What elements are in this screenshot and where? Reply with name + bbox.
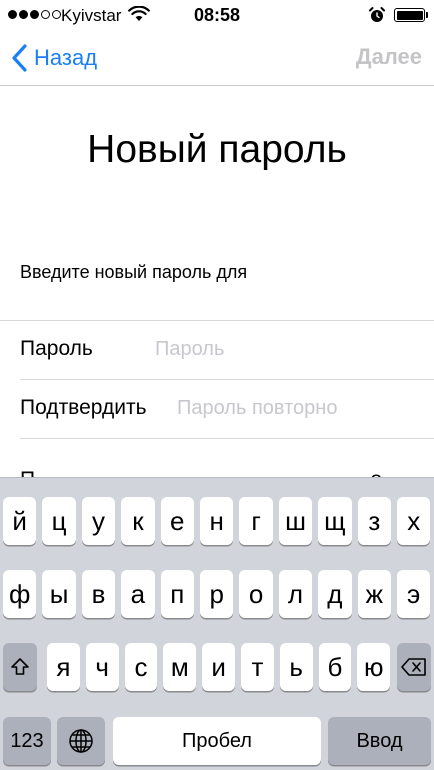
key-label: л [287, 578, 304, 609]
key-label: и [211, 651, 226, 682]
key-ы[interactable]: ы [42, 570, 76, 618]
key-х[interactable]: х [397, 497, 431, 545]
key-label: э [407, 578, 421, 609]
key-label: ш [285, 505, 306, 536]
key-ю[interactable]: ю [357, 643, 391, 691]
key-ш[interactable]: ш [278, 497, 313, 545]
key-я[interactable]: я [47, 643, 80, 691]
alarm-clock-icon [369, 7, 385, 22]
space-key-label: Пробел [182, 729, 252, 752]
key-label: о [248, 578, 264, 609]
password-row: Пароль [0, 320, 434, 378]
instruction-text: Введите новый пароль для [20, 262, 248, 282]
battery-tip [426, 12, 428, 18]
key-label: з [368, 505, 381, 536]
key-label: е [170, 505, 185, 536]
screen: Kyivstar 08:58 Назад Далее Новый пароль [0, 0, 434, 770]
battery-fill [396, 10, 423, 20]
key-label: н [209, 505, 224, 536]
key-label: р [209, 578, 224, 609]
key-г[interactable]: г [239, 497, 273, 545]
row-separator [20, 438, 434, 439]
key-label: п [170, 578, 185, 609]
key-д[interactable]: д [318, 570, 352, 618]
delete-key[interactable] [397, 643, 431, 691]
globe-icon [69, 729, 93, 753]
key-и[interactable]: и [202, 643, 235, 691]
key-label: т [251, 651, 264, 682]
key-б[interactable]: б [318, 643, 352, 691]
numbers-key[interactable]: 123 [3, 717, 51, 765]
confirm-label: Подтвердить [20, 396, 147, 419]
key-label: ж [365, 578, 383, 609]
key-з[interactable]: з [357, 497, 391, 545]
space-key[interactable]: Пробел [113, 717, 321, 765]
key-label: ц [51, 505, 67, 536]
key-ф[interactable]: ф [3, 570, 37, 618]
key-ц[interactable]: ц [42, 497, 76, 545]
key-ч[interactable]: ч [85, 643, 119, 691]
hint-row: П о [0, 438, 434, 491]
key-label: ы [49, 578, 69, 609]
keyboard: 123 Пробел Ввод йцукенгшщзх фывапролджэ яч… [0, 477, 434, 770]
key-label: щ [324, 505, 346, 536]
confirm-password-input[interactable] [177, 393, 422, 423]
key-м[interactable]: м [163, 643, 197, 691]
key-ж[interactable]: ж [357, 570, 391, 618]
password-label: Пароль [20, 337, 93, 360]
confirm-password-row: Подтвердить [0, 379, 434, 437]
row-separator [20, 379, 434, 380]
key-т[interactable]: т [241, 643, 274, 691]
shift-arrow-icon [11, 658, 29, 675]
key-п[interactable]: п [160, 570, 194, 618]
key-э[interactable]: э [397, 570, 431, 618]
navigation-bar: Назад Далее [0, 30, 434, 86]
key-label: й [12, 505, 27, 536]
key-label: а [130, 578, 146, 609]
key-label: м [170, 651, 189, 682]
key-е[interactable]: е [160, 497, 194, 545]
key-label: ю [364, 651, 384, 682]
page-title: Новый пароль [87, 128, 347, 171]
row-separator [0, 320, 434, 321]
key-с[interactable]: с [124, 643, 158, 691]
backspace-icon [401, 658, 426, 676]
key-л[interactable]: л [278, 570, 313, 618]
globe-key[interactable] [57, 717, 105, 765]
key-у[interactable]: у [81, 497, 116, 545]
key-н[interactable]: н [200, 497, 234, 545]
key-label: к [132, 505, 144, 536]
key-label: ф [8, 578, 31, 609]
next-button[interactable]: Далее [356, 44, 422, 70]
key-label: у [91, 505, 105, 536]
numbers-key-label: 123 [10, 729, 44, 752]
shift-key[interactable] [3, 643, 37, 691]
key-label: г [251, 505, 261, 536]
key-label: д [327, 578, 343, 609]
chevron-left-icon [12, 44, 27, 72]
password-input[interactable] [155, 334, 415, 364]
key-label: в [91, 578, 106, 609]
back-button-label: Назад [34, 45, 98, 70]
key-а[interactable]: а [121, 570, 155, 618]
key-к[interactable]: к [121, 497, 155, 545]
key-label: ь [289, 651, 303, 682]
key-щ[interactable]: щ [318, 497, 352, 545]
key-в[interactable]: в [81, 570, 116, 618]
back-button[interactable]: Назад [10, 41, 97, 75]
return-key[interactable]: Ввод [328, 717, 431, 765]
key-о[interactable]: о [239, 570, 273, 618]
key-label: б [327, 651, 343, 682]
key-label: с [134, 651, 148, 682]
key-р[interactable]: р [200, 570, 234, 618]
key-label: я [56, 651, 71, 682]
key-й[interactable]: й [3, 497, 37, 545]
battery-icon [394, 8, 425, 22]
return-key-label: Ввод [356, 729, 403, 752]
status-bar: Kyivstar 08:58 [0, 0, 434, 30]
key-ь[interactable]: ь [279, 643, 313, 691]
key-label: ч [95, 651, 109, 682]
key-label: х [407, 505, 421, 536]
